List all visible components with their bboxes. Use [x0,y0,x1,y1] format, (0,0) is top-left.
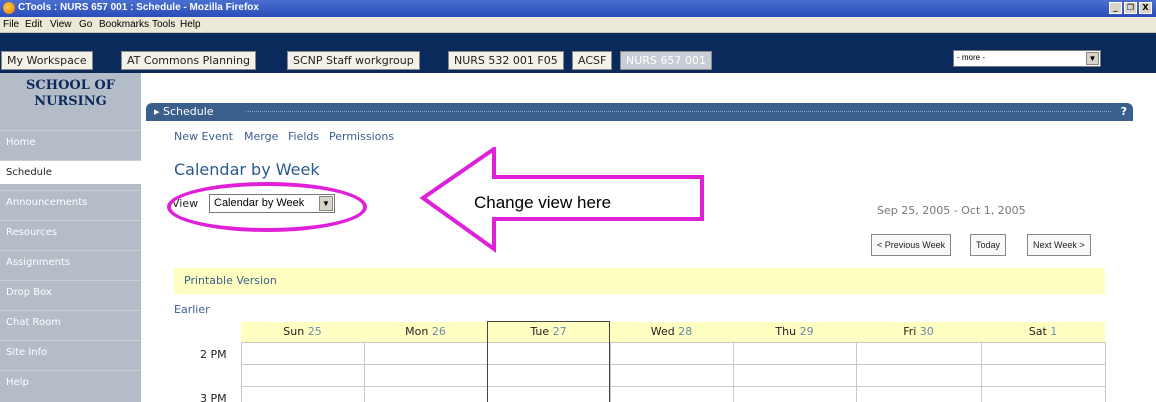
nav-home[interactable]: Home [0,130,141,154]
menu-go[interactable]: Go [79,19,92,30]
day-number: 1 [1050,325,1058,338]
nav-chat-room[interactable]: Chat Room [0,310,141,334]
nav-schedule[interactable]: Schedule [0,160,141,184]
printable-version-link[interactable]: Printable Version [184,274,277,287]
day-header-fri[interactable]: Fri 30 [856,325,981,338]
menu-bar: File Edit View Go Bookmarks Tools Help [0,17,1156,33]
grid-line [241,386,1105,387]
tab-scnp-staff-workgroup[interactable]: SCNP Staff workgroup [287,51,420,70]
day-number: 26 [431,325,446,338]
day-header-sat[interactable]: Sat 1 [981,325,1105,338]
maximize-button[interactable]: ❐ [1124,2,1137,14]
more-sites-value: - more - [957,53,985,62]
grid-line [241,342,1105,343]
grid-column-line [364,342,365,402]
menu-file[interactable]: File [3,19,19,30]
day-header-thu[interactable]: Thu 29 [733,325,856,338]
help-icon[interactable]: ? [1121,105,1127,118]
nav-site-info[interactable]: Site Info [0,340,141,364]
day-name: Thu [775,325,797,338]
time-label-2pm: 2 PM [200,348,227,361]
day-header-mon[interactable]: Mon 26 [364,325,487,338]
school-line1: SCHOOL OF [26,78,115,93]
window-titlebar: CTools : NURS 657 001 : Schedule - Mozil… [0,0,1156,17]
new-event-link[interactable]: New Event [174,130,233,143]
more-sites-select[interactable]: - more - ▼ [953,50,1101,67]
school-line2: NURSING [34,94,107,109]
day-number: 30 [919,325,934,338]
annotation-text: Change view here [474,193,612,212]
tab-nurs-657[interactable]: NURS 657 001 [620,51,712,70]
day-name: Wed [650,325,675,338]
nav-assignments[interactable]: Assignments [0,250,141,274]
next-week-button[interactable]: Next Week > [1027,234,1091,256]
portlet-title: Schedule [163,105,214,118]
day-number: 28 [678,325,693,338]
menu-bookmarks[interactable]: Bookmarks [99,19,149,30]
today-column-highlight [487,321,610,402]
grid-column-line [610,342,611,402]
previous-week-button[interactable]: < Previous Week [871,234,952,256]
tab-nurs-532[interactable]: NURS 532 001 F05 [448,51,564,70]
grid-line [241,364,1105,365]
nav-resources[interactable]: Resources [0,220,141,244]
menu-tools[interactable]: Tools [152,19,175,30]
tab-my-workspace[interactable]: My Workspace [1,51,93,70]
tab-at-commons-planning[interactable]: AT Commons Planning [121,51,257,70]
day-number: 29 [799,325,814,338]
printable-bar: Printable Version [174,268,1105,294]
portlet-header: ▸ Schedule ? [146,103,1133,121]
page-title: Calendar by Week [174,160,320,179]
time-label-3pm: 3 PM [200,392,227,402]
day-header-wed[interactable]: Wed 28 [610,325,733,338]
grid-column-line [981,342,982,402]
earlier-link[interactable]: Earlier [174,303,210,316]
menu-edit[interactable]: Edit [25,19,42,30]
nav-announcements[interactable]: Announcements [0,190,141,214]
day-name: Sun [283,325,305,338]
menu-help[interactable]: Help [180,19,201,30]
school-logo: SCHOOL OF NURSING [0,78,141,110]
annotation-ellipse [167,182,367,232]
date-range: Sep 25, 2005 - Oct 1, 2005 [877,204,1026,217]
chevron-down-icon: ▼ [1086,52,1099,65]
header-divider [246,111,1111,112]
window-title: CTools : NURS 657 001 : Schedule - Mozil… [18,2,259,13]
nav-help[interactable]: Help [0,370,141,394]
grid-column-line [241,342,242,402]
permissions-link[interactable]: Permissions [329,130,394,143]
day-name: Fri [903,325,917,338]
firefox-icon [3,2,15,14]
collapse-arrow-icon[interactable]: ▸ [154,105,160,118]
grid-column-line [856,342,857,402]
day-name: Sat [1028,325,1047,338]
close-button[interactable]: X [1139,2,1152,14]
grid-column-line [1105,342,1106,402]
day-name: Mon [405,325,429,338]
minimize-button[interactable]: _ [1109,2,1122,14]
tab-acsf[interactable]: ACSF [572,51,613,70]
day-header-sun[interactable]: Sun 25 [241,325,364,338]
fields-link[interactable]: Fields [288,130,319,143]
today-button[interactable]: Today [970,234,1007,256]
grid-column-line [733,342,734,402]
nav-drop-box[interactable]: Drop Box [0,280,141,304]
merge-link[interactable]: Merge [244,130,278,143]
day-number: 25 [307,325,322,338]
menu-view[interactable]: View [50,19,72,30]
left-nav: SCHOOL OF NURSING Home Schedule Announce… [0,73,141,402]
